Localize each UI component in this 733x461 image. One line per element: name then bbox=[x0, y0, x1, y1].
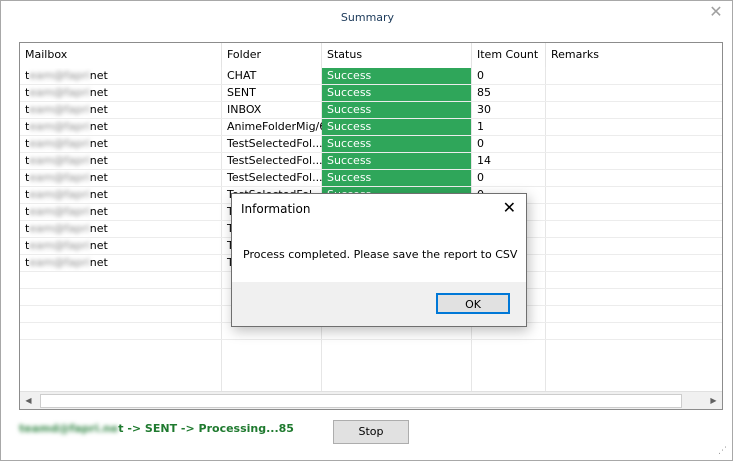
mailbox-suffix: net bbox=[89, 256, 108, 269]
cell-mailbox: team@faprinet bbox=[20, 187, 222, 203]
scroll-thumb[interactable] bbox=[40, 394, 682, 408]
table-row[interactable]: team@faprinet INBOX Success 30 bbox=[20, 102, 722, 119]
table-row[interactable]: team@faprinet SENT Success 85 bbox=[20, 85, 722, 102]
cell-remarks bbox=[546, 170, 722, 186]
masked-mailbox: eam@fapri bbox=[29, 103, 90, 116]
mailbox-suffix: net bbox=[89, 103, 108, 116]
header-folder[interactable]: Folder bbox=[222, 43, 322, 67]
cell-item-count: 14 bbox=[477, 154, 491, 167]
information-dialog: Information ✕ Process completed. Please … bbox=[231, 193, 527, 327]
window-close-icon[interactable]: ✕ bbox=[708, 4, 724, 20]
mailbox-suffix: net bbox=[89, 239, 108, 252]
cell-mailbox: team@faprinet bbox=[20, 255, 222, 271]
cell-mailbox: team@faprinet bbox=[20, 85, 222, 101]
cell-remarks bbox=[546, 153, 722, 169]
masked-mailbox: eam@fapri bbox=[29, 86, 90, 99]
row-divider bbox=[20, 339, 722, 340]
masked-mailbox: eam@fapri bbox=[29, 239, 90, 252]
masked-mailbox: eam@fapri bbox=[29, 188, 90, 201]
cell-folder: AnimeFolderMig/6i bbox=[227, 120, 322, 133]
cell-remarks bbox=[546, 102, 722, 118]
mailbox-suffix: net bbox=[89, 222, 108, 235]
progress-text: t -> SENT -> Processing...85 bbox=[118, 422, 294, 435]
stop-button[interactable]: Stop bbox=[333, 420, 409, 444]
cell-folder: SENT bbox=[227, 86, 256, 99]
scroll-right-icon[interactable]: ▶ bbox=[705, 392, 722, 409]
cell-status: Success bbox=[322, 136, 471, 152]
table-row[interactable]: team@faprinet TestSelectedFol...Success 0 bbox=[20, 136, 722, 153]
summary-window: Summary ✕ Mailbox Folder Status Item Cou… bbox=[0, 0, 733, 461]
cell-item-count: 0 bbox=[477, 69, 484, 82]
cell-remarks bbox=[546, 85, 722, 101]
cell-mailbox: team@faprinet bbox=[20, 170, 222, 186]
masked-mailbox: eam@fapri bbox=[29, 256, 90, 269]
ok-button[interactable]: OK bbox=[436, 293, 510, 314]
masked-mailbox: eam@fapri bbox=[29, 205, 90, 218]
cell-remarks bbox=[546, 238, 722, 254]
header-status[interactable]: Status bbox=[322, 43, 472, 67]
cell-mailbox: team@faprinet bbox=[20, 119, 222, 135]
cell-item-count: 1 bbox=[477, 120, 484, 133]
cell-folder: TestSelectedFol... bbox=[227, 137, 322, 150]
window-title: Summary bbox=[340, 11, 395, 24]
cell-mailbox: team@faprinet bbox=[20, 102, 222, 118]
mailbox-suffix: net bbox=[89, 137, 108, 150]
dialog-title: Information bbox=[241, 202, 311, 216]
masked-mailbox: eam@fapri bbox=[29, 222, 90, 235]
cell-mailbox: team@faprinet bbox=[20, 221, 222, 237]
cell-status: Success bbox=[322, 85, 471, 101]
cell-remarks bbox=[546, 136, 722, 152]
cell-item-count: 0 bbox=[477, 137, 484, 150]
header-item-count[interactable]: Item Count bbox=[472, 43, 546, 67]
cell-remarks bbox=[546, 255, 722, 271]
cell-status: Success bbox=[322, 170, 471, 186]
cell-folder: TestSelectedFol... bbox=[227, 154, 322, 167]
masked-mailbox: eam@fapri bbox=[29, 154, 90, 167]
cell-status: Success bbox=[322, 119, 471, 135]
header-mailbox[interactable]: Mailbox bbox=[20, 43, 222, 67]
cell-remarks bbox=[546, 119, 722, 135]
cell-mailbox: team@faprinet bbox=[20, 68, 222, 84]
mailbox-suffix: net bbox=[89, 120, 108, 133]
masked-mailbox: eam@fapri bbox=[29, 120, 90, 133]
cell-status: Success bbox=[322, 68, 471, 84]
cell-status: Success bbox=[322, 102, 471, 118]
cell-folder: TestSelectedFol... bbox=[227, 171, 322, 184]
mailbox-suffix: net bbox=[89, 154, 108, 167]
cell-remarks bbox=[546, 221, 722, 237]
cell-folder: INBOX bbox=[227, 103, 262, 116]
table-row[interactable]: team@faprinet TestSelectedFol... Success 14 bbox=[20, 153, 722, 170]
cell-folder: CHAT bbox=[227, 69, 257, 82]
cell-mailbox: team@faprinet bbox=[20, 136, 222, 152]
table-row[interactable]: team@faprinet TestSelectedFol...Success 0 bbox=[20, 170, 722, 187]
progress-status: teamd@fapri.net -> SENT -> Processing...… bbox=[19, 422, 294, 435]
header-remarks[interactable]: Remarks bbox=[546, 43, 722, 67]
mailbox-suffix: net bbox=[89, 205, 108, 218]
scroll-left-icon[interactable]: ◀ bbox=[20, 392, 37, 409]
mailbox-suffix: net bbox=[89, 86, 108, 99]
cell-mailbox: team@faprinet bbox=[20, 153, 222, 169]
cell-remarks bbox=[546, 204, 722, 220]
cell-item-count: 85 bbox=[477, 86, 491, 99]
cell-mailbox: team@faprinet bbox=[20, 238, 222, 254]
masked-mailbox: teamd@fapri.ne bbox=[19, 422, 119, 435]
cell-item-count: 30 bbox=[477, 103, 491, 116]
masked-mailbox: eam@fapri bbox=[29, 137, 90, 150]
cell-mailbox: team@faprinet bbox=[20, 204, 222, 220]
cell-remarks bbox=[546, 68, 722, 84]
dialog-message: Process completed. Please save the repor… bbox=[243, 248, 518, 261]
mailbox-suffix: net bbox=[89, 171, 108, 184]
cell-remarks bbox=[546, 187, 722, 203]
masked-mailbox: eam@fapri bbox=[29, 69, 90, 82]
resize-grip-icon[interactable]: ⋰ bbox=[718, 446, 728, 456]
cell-status: Success bbox=[322, 153, 471, 169]
dialog-close-icon[interactable]: ✕ bbox=[503, 199, 516, 217]
cell-item-count: 0 bbox=[477, 171, 484, 184]
table-row[interactable]: team@faprinet CHAT Success 0 bbox=[20, 68, 722, 85]
masked-mailbox: eam@fapri bbox=[29, 171, 90, 184]
mailbox-suffix: net bbox=[89, 69, 108, 82]
table-row[interactable]: team@faprinet AnimeFolderMig/6i Success 1 bbox=[20, 119, 722, 136]
horizontal-scrollbar[interactable]: ◀ ▶ bbox=[20, 391, 722, 409]
mailbox-suffix: net bbox=[89, 188, 108, 201]
